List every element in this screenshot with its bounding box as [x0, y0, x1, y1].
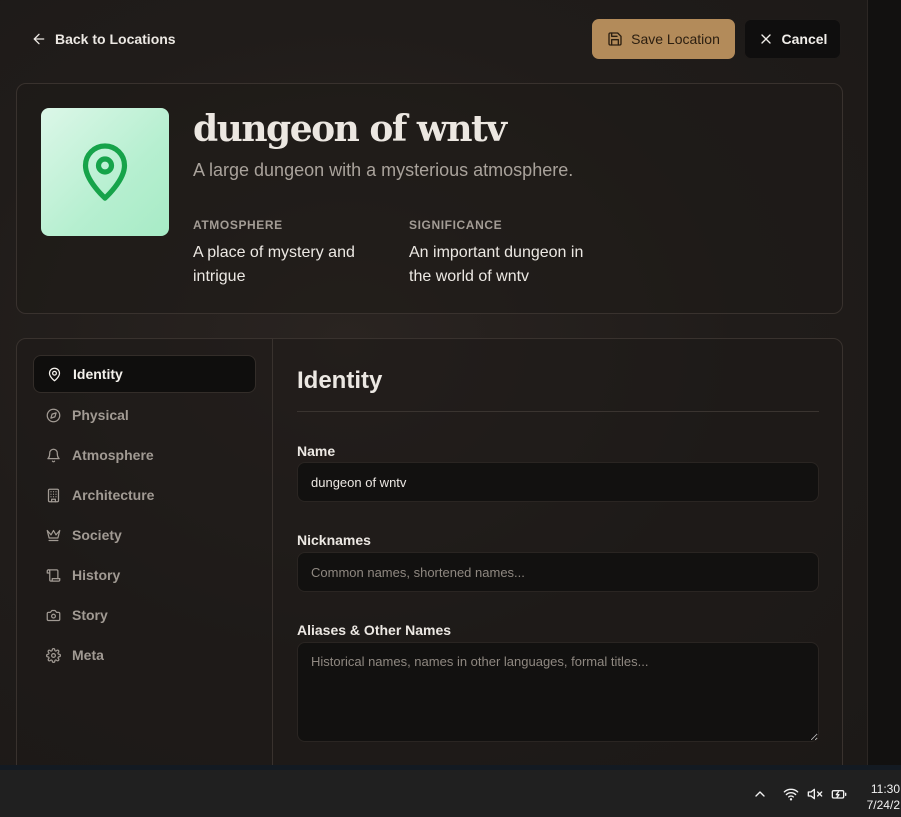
wifi-icon: [783, 788, 799, 801]
save-icon: [608, 32, 622, 46]
clock-time: 11:30: [870, 782, 900, 796]
nicknames-field-label: Nicknames: [297, 532, 371, 548]
atmosphere-label: Atmosphere: [193, 218, 283, 232]
location-image[interactable]: [41, 108, 169, 236]
location-header-card: dungeon of wntv A large dungeon with a m…: [16, 83, 843, 314]
window-edge: [867, 0, 901, 765]
chevron-up-icon: [755, 790, 765, 797]
sidebar-item-label: History: [72, 567, 121, 583]
volume-button[interactable]: [807, 770, 823, 817]
location-description: A large dungeon with a mysterious atmosp…: [193, 160, 574, 180]
sidebar-item-label: Identity: [73, 366, 123, 382]
map-pin-icon: [82, 143, 128, 201]
significance-label: Significance: [409, 218, 503, 232]
aliases-textarea[interactable]: [297, 642, 819, 742]
location-title: dungeon of wntv: [193, 108, 507, 150]
sidebar-item-history[interactable]: History: [33, 556, 256, 594]
nicknames-input[interactable]: [297, 552, 819, 592]
save-location-button[interactable]: Save Location: [592, 19, 735, 59]
building-icon: [47, 488, 60, 502]
battery-charging-icon: [831, 789, 847, 799]
sidebar-item-label: Society: [72, 527, 122, 543]
sidebar-item-label: Meta: [72, 647, 104, 663]
significance-value: An important dungeon in the world of wnt…: [409, 244, 584, 285]
clock-date: 7/24/2: [866, 798, 900, 812]
sidebar-item-identity[interactable]: Identity: [33, 355, 256, 393]
volume-mute-icon: [807, 788, 823, 799]
taskbar: 11:30 7/24/2: [0, 765, 901, 817]
aliases-field-label: Aliases & Other Names: [297, 622, 452, 638]
sidebar-item-meta[interactable]: Meta: [33, 636, 256, 674]
sidebar-item-architecture[interactable]: Architecture: [33, 476, 256, 514]
cancel-label: Cancel: [781, 31, 828, 47]
back-to-locations-link[interactable]: Back to Locations: [31, 29, 176, 49]
map-pin-icon: [48, 367, 61, 381]
battery-button[interactable]: [831, 770, 847, 817]
section-divider: [297, 411, 819, 412]
save-location-label: Save Location: [631, 31, 720, 47]
wifi-button[interactable]: [783, 770, 799, 817]
location-editor: Back to Locations Save Location Cancel d…: [0, 0, 867, 765]
location-details-card: Identity Physical Atmosphere Architectur…: [16, 338, 843, 765]
sidebar-item-story[interactable]: Story: [33, 596, 256, 634]
sidebar-item-label: Physical: [72, 407, 129, 423]
system-clock[interactable]: 11:30 7/24/2: [862, 781, 900, 813]
compass-icon: [46, 408, 61, 422]
atmosphere-value: A place of mystery and intrigue: [193, 244, 355, 285]
section-sidebar: Identity Physical Atmosphere Architectur…: [17, 339, 273, 765]
camera-icon: [46, 609, 61, 621]
back-link-label: Back to Locations: [55, 31, 176, 47]
show-hidden-icons-button[interactable]: [752, 770, 768, 817]
section-title: Identity: [297, 367, 383, 394]
crown-icon: [46, 529, 61, 541]
scroll-icon: [46, 568, 61, 582]
cancel-button[interactable]: Cancel: [744, 19, 841, 59]
sidebar-item-label: Architecture: [72, 487, 155, 503]
sidebar-item-label: Story: [72, 607, 108, 623]
sidebar-item-society[interactable]: Society: [33, 516, 256, 554]
name-input[interactable]: [297, 462, 819, 502]
sidebar-item-label: Atmosphere: [72, 447, 154, 463]
bell-icon: [47, 448, 60, 462]
arrow-left-icon: [33, 33, 45, 45]
sidebar-item-physical[interactable]: Physical: [33, 396, 256, 434]
close-icon: [760, 34, 771, 44]
sidebar-item-atmosphere[interactable]: Atmosphere: [33, 436, 256, 474]
name-field-label: Name: [297, 443, 336, 459]
gear-icon: [46, 647, 61, 663]
